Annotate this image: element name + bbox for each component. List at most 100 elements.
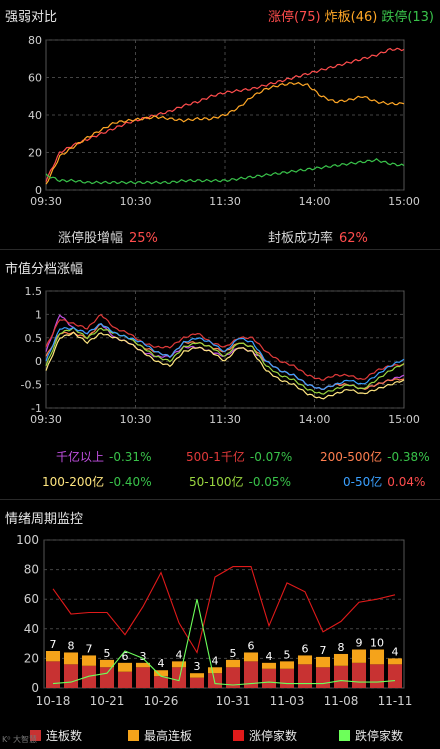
strength-legend: 涨停(75) 炸板(46) 跌停(13) [264,6,434,25]
legend-broken-board: 炸板(46) [324,10,378,25]
x-tick-label: 14:00 [299,413,331,426]
legend-label: 涨停家数 [249,729,298,743]
y-tick-label: 1 [35,308,42,321]
bar-max-consecutive [225,659,241,668]
group-5b-10b: 50-100亿 -0.05% [189,473,291,490]
bar-consecutive [387,664,403,688]
seal-stat: 封板成功率 62% [268,227,368,246]
y-tick-label: 0 [35,355,42,368]
bar-value-label: 5 [104,647,111,660]
bar-consecutive [351,662,367,688]
x-tick-label: 09:30 [30,413,62,426]
group-value: -0.07% [249,450,293,464]
bar-value-label: 4 [266,650,273,663]
bar-value-label: 4 [158,657,165,670]
bar-consecutive [333,665,349,688]
group-value: -0.05% [248,475,291,489]
y-tick-label: 80 [28,34,42,47]
market-cap-chart: -1-0.500.511.509:30 10:30 11:30 14:00 15:00 [21,285,420,426]
bar-max-consecutive [207,667,223,674]
bar-value-label: 6 [302,642,309,655]
seal-value: 62% [339,231,368,246]
bar-max-consecutive [297,655,313,665]
sentiment-chart: 0204060801007 8 7 5 6 3443 4564 5 6 7 8 9 10410-18 10… [16,533,413,708]
y-tick-label: -0.5 [21,379,42,392]
bar-max-consecutive [315,656,331,668]
y-tick-label: 20 [28,147,42,160]
swatch [233,730,244,741]
y-tick-label: 80 [24,563,39,577]
watermark: K⁰ 大智慧 [2,735,37,744]
bar-value-label: 5 [284,648,291,661]
bar-value-label: 7 [320,644,327,657]
y-tick-label: 0.5 [25,332,43,345]
y-tick-label: 0 [31,681,39,695]
strength-panel: 强弱对比 涨停(75) 炸板(46) 跌停(13) 0 20 40 60 80 09:30 10… [0,0,440,248]
group-label: 千亿以上 [56,450,105,464]
bar-value-label: 9 [356,637,363,650]
x-tick-label: 11-03 [270,694,305,708]
y-tick-label: 60 [24,592,39,606]
x-tick-label: 10-18 [36,694,71,708]
bar-value-label: 7 [50,638,57,651]
group-10b-20b: 100-200亿 -0.40% [42,473,152,490]
group-label: 500-1千亿 [186,450,245,464]
y-tick-label: 100 [16,533,39,547]
bar-value-label: 6 [248,639,255,652]
group-20b-50b: 200-500亿 -0.38% [320,448,430,465]
y-tick-label: 40 [24,622,39,636]
growth-stat: 涨停股增幅 25% [58,227,158,246]
y-tick-label: 60 [28,72,42,85]
bar-consecutive [135,667,151,688]
bar-max-consecutive [189,673,205,678]
swatch [339,730,350,741]
bar-value-label: 4 [212,654,219,667]
legend-label: 跌停家数 [355,729,404,743]
bar-max-consecutive [171,661,187,668]
x-tick-label: 10:30 [120,413,152,426]
bar-value-label: 5 [230,647,237,660]
group-value: -0.31% [109,450,152,464]
group-50b-100b: 500-1千亿 -0.07% [186,448,292,465]
group-label: 50-100亿 [189,475,244,489]
legend-label: 连板数 [46,729,83,743]
sentiment-title: 情绪周期监控 [5,512,84,527]
legend-limit-up: 涨停(75) [267,10,321,25]
growth-label: 涨停股增幅 [58,231,124,246]
market-cap-panel: 市值分档涨幅 -1 -0.5 0 0.5 1 1.5 09:30 10:30 11:30 14:0… [0,250,440,498]
bar-value-label: 3 [194,660,201,673]
legend-max-consecutive: 最高连板 [128,727,192,744]
group-value: -0.38% [387,450,430,464]
group-value: -0.40% [109,475,152,489]
bar-value-label: 10 [370,637,384,650]
strength-chart: 02040608009:30 10:30 11:30 14:00 15:00 [28,34,420,208]
market-cap-title: 市值分档涨幅 [5,262,84,277]
x-tick-label: 14:00 [299,195,331,208]
bar-max-consecutive [63,652,79,665]
legend-label: 最高连板 [144,729,193,743]
strength-title: 强弱对比 [5,10,58,25]
x-tick-label: 11-08 [324,694,359,708]
swatch [128,730,139,741]
bar-value-label: 4 [176,648,183,661]
bar-max-consecutive [261,662,277,669]
x-tick-label: 11-11 [378,694,413,708]
bar-max-consecutive [81,655,97,666]
group-label: 200-500亿 [320,450,383,464]
group-value: 0.04% [387,475,426,489]
x-tick-label: 11:30 [209,195,241,208]
bar-max-consecutive [99,659,115,668]
y-tick-label: 20 [24,651,39,665]
bar-consecutive [261,668,277,688]
bar-consecutive [171,667,187,688]
series-line-涨停家数 [52,566,396,654]
bar-max-consecutive [387,658,403,665]
bar-consecutive [297,664,313,688]
bar-consecutive [189,677,205,688]
y-tick-label: 1.5 [25,285,43,298]
bar-consecutive [81,665,97,688]
legend-limit-down: 跌停(13) [381,10,434,25]
legend-limit-down-count: 跌停家数 [339,727,403,744]
group-label: 100-200亿 [42,475,105,489]
bar-value-label: 7 [86,642,93,655]
